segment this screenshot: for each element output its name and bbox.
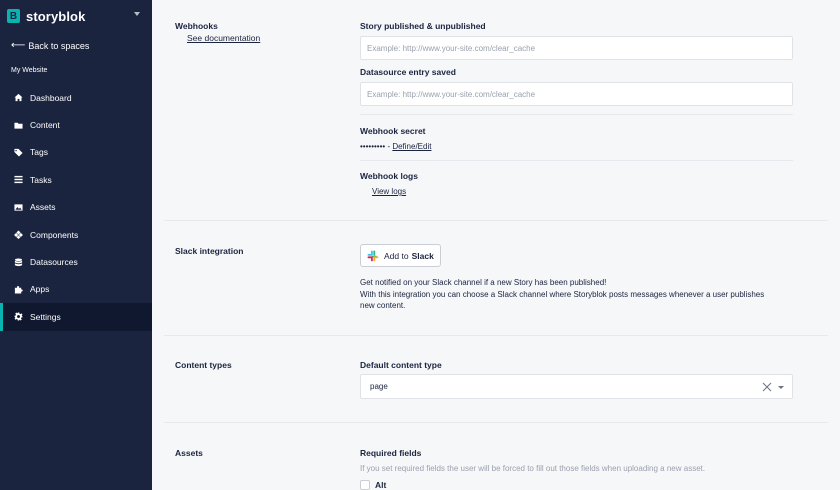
- datasource-webhook-input[interactable]: Example: http://www.your-site.com/clear_…: [360, 82, 793, 106]
- slack-description-line: With this integration you can choose a S…: [360, 289, 765, 299]
- add-to-slack-button[interactable]: Add to Slack: [360, 244, 441, 267]
- sidebar-nav: Dashboard Content Tags Tasks Assets Comp…: [0, 84, 152, 331]
- see-documentation-link[interactable]: See documentation: [187, 33, 260, 43]
- database-icon: [13, 257, 23, 267]
- alt-checkbox-label: Alt: [375, 480, 387, 490]
- default-content-type-label: Default content type: [360, 360, 442, 370]
- content-types-title: Content types: [175, 360, 232, 370]
- back-to-spaces-label: Back to spaces: [28, 40, 90, 51]
- sidebar-item-dashboard[interactable]: Dashboard: [0, 84, 152, 111]
- sidebar-item-label: Datasources: [30, 257, 78, 268]
- section-divider: [164, 220, 828, 221]
- story-webhook-label: Story published & unpublished: [360, 21, 486, 31]
- sidebar-item-label: Content: [30, 120, 60, 131]
- sidebar-item-content[interactable]: Content: [0, 111, 152, 138]
- chevron-down-icon[interactable]: [778, 386, 784, 389]
- required-fields-help: If you set required fields the user will…: [360, 464, 706, 473]
- sidebar-item-label: Assets: [30, 202, 56, 213]
- components-icon: [13, 230, 23, 240]
- sidebar-item-datasources[interactable]: Datasources: [0, 248, 152, 275]
- storyblok-logo-icon: B: [7, 9, 20, 23]
- webhooks-title: Webhooks: [175, 21, 218, 31]
- view-logs-link[interactable]: View logs: [372, 187, 406, 196]
- required-fields-label: Required fields: [360, 448, 422, 458]
- assets-title: Assets: [175, 448, 203, 458]
- slack-integration-title: Slack integration: [175, 246, 244, 256]
- datasource-webhook-label: Datasource entry saved: [360, 67, 456, 77]
- arrow-left-icon: ⟵: [11, 40, 26, 51]
- sidebar-item-label: Apps: [30, 284, 50, 295]
- back-to-spaces-link[interactable]: ⟵ Back to spaces: [11, 40, 89, 51]
- sidebar-item-components[interactable]: Components: [0, 221, 152, 248]
- brand-name: storyblok: [26, 8, 86, 24]
- sidebar-item-label: Tags: [30, 147, 48, 158]
- brand[interactable]: B storyblok: [7, 8, 85, 24]
- sidebar-item-tags[interactable]: Tags: [0, 139, 152, 166]
- puzzle-icon: [13, 284, 23, 294]
- slack-icon: [367, 250, 379, 261]
- story-webhook-input[interactable]: Example: http://www.your-site.com/clear_…: [360, 36, 793, 60]
- webhook-secret-mask: •••••••••: [360, 142, 386, 151]
- clear-icon[interactable]: [762, 382, 772, 392]
- divider: [360, 114, 793, 115]
- tasks-icon: [13, 175, 23, 185]
- webhook-logs-label: Webhook logs: [360, 171, 418, 181]
- webhook-secret-row: ••••••••• - Define/Edit: [360, 141, 431, 153]
- define-edit-link[interactable]: Define/Edit: [392, 142, 431, 151]
- folder-icon: [13, 120, 23, 130]
- slack-description-line: new content.: [360, 301, 406, 310]
- section-divider: [164, 422, 828, 423]
- slack-description: Get notified on your Slack channel if a …: [360, 277, 800, 312]
- sidebar-item-label: Components: [30, 229, 79, 240]
- sidebar-item-tasks[interactable]: Tasks: [0, 166, 152, 193]
- space-name: My Website: [11, 67, 48, 74]
- settings-main: Webhooks See documentation Story publish…: [152, 0, 840, 490]
- home-icon: [13, 93, 23, 103]
- gear-icon: [13, 312, 23, 322]
- space-switcher-caret-icon[interactable]: [134, 12, 140, 16]
- sidebar-item-label: Tasks: [30, 174, 52, 185]
- tags-icon: [13, 147, 23, 157]
- add-to-slack-prefix: Add to: [384, 250, 409, 261]
- default-content-type-select[interactable]: page: [360, 374, 793, 399]
- section-divider: [164, 335, 828, 336]
- sidebar-item-assets[interactable]: Assets: [0, 194, 152, 221]
- webhook-secret-label: Webhook secret: [360, 126, 426, 136]
- sidebar: B storyblok ⟵ Back to spaces My Website …: [0, 0, 152, 490]
- default-content-type-value: page: [370, 382, 388, 391]
- add-to-slack-brand: Slack: [411, 250, 434, 261]
- image-icon: [13, 202, 23, 212]
- sidebar-item-settings[interactable]: Settings: [0, 303, 152, 331]
- sidebar-item-label: Settings: [30, 311, 61, 322]
- divider: [360, 160, 793, 161]
- alt-checkbox[interactable]: [360, 480, 370, 490]
- slack-description-line: Get notified on your Slack channel if a …: [360, 278, 607, 287]
- sidebar-item-label: Dashboard: [30, 92, 72, 103]
- sidebar-item-apps[interactable]: Apps: [0, 276, 152, 303]
